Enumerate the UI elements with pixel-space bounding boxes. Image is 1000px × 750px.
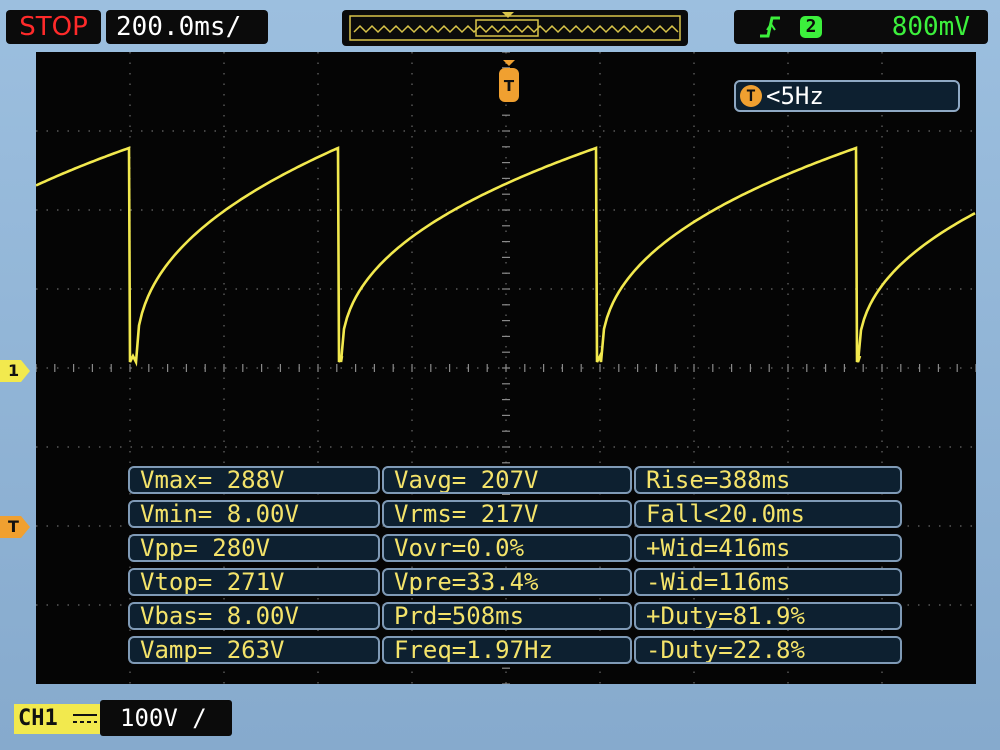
- memory-waveform-icon: [349, 12, 681, 41]
- trigger-level-readout: 800mV: [891, 12, 970, 42]
- measurement-rise: Rise=388ms: [634, 466, 902, 494]
- measurement-vrms: Vrms= 217V: [382, 500, 632, 528]
- oscilloscope-display: STOP 200.0ms/ 2 800mV T T <5Hz Vmax= 288…: [0, 0, 1000, 750]
- measurement-vmax: Vmax= 288V: [128, 466, 380, 494]
- channel1-probe-suffix: /: [192, 704, 207, 732]
- measurement-pos-width: +Wid=416ms: [634, 534, 902, 562]
- channel1-scale-value: 100V: [120, 704, 178, 732]
- trigger-position-marker[interactable]: T: [498, 58, 520, 104]
- rising-edge-icon: [758, 10, 782, 53]
- channel1-ground-marker[interactable]: 1: [0, 360, 30, 382]
- dc-coupling-icon: [73, 714, 97, 723]
- trigger-status[interactable]: 2 800mV: [734, 10, 988, 44]
- measurement-vpp: Vpp= 280V: [128, 534, 380, 562]
- memory-overview: [342, 10, 688, 46]
- measurement-pos-duty: +Duty=81.9%: [634, 602, 902, 630]
- measurement-vtop: Vtop= 271V: [128, 568, 380, 596]
- trigger-level-marker[interactable]: T: [0, 516, 30, 538]
- trigger-frequency-box: T <5Hz: [734, 80, 960, 112]
- channel1-label[interactable]: CH1: [14, 704, 100, 734]
- measurement-period: Prd=508ms: [382, 602, 632, 630]
- measurement-vamp: Vamp= 263V: [128, 636, 380, 664]
- trigger-source-badge: 2: [800, 16, 822, 38]
- measurement-vbas: Vbas= 8.00V: [128, 602, 380, 630]
- channel1-scale[interactable]: 100V /: [100, 700, 232, 736]
- run-state-indicator[interactable]: STOP: [6, 10, 101, 44]
- measurement-vpre: Vpre=33.4%: [382, 568, 632, 596]
- trigger-badge: T: [740, 85, 762, 107]
- measurement-neg-width: -Wid=116ms: [634, 568, 902, 596]
- measurement-neg-duty: -Duty=22.8%: [634, 636, 902, 664]
- measurement-fall: Fall<20.0ms: [634, 500, 902, 528]
- channel1-trace: [36, 146, 976, 367]
- measurement-vmin: Vmin= 8.00V: [128, 500, 380, 528]
- measurement-frequency: Freq=1.97Hz: [382, 636, 632, 664]
- timebase-readout[interactable]: 200.0ms/: [106, 10, 268, 44]
- measurement-vovr: Vovr=0.0%: [382, 534, 632, 562]
- svg-text:T: T: [504, 77, 515, 95]
- trigger-frequency-value: <5Hz: [766, 82, 824, 110]
- channel1-name: CH1: [18, 706, 58, 731]
- measurement-vavg: Vavg= 207V: [382, 466, 632, 494]
